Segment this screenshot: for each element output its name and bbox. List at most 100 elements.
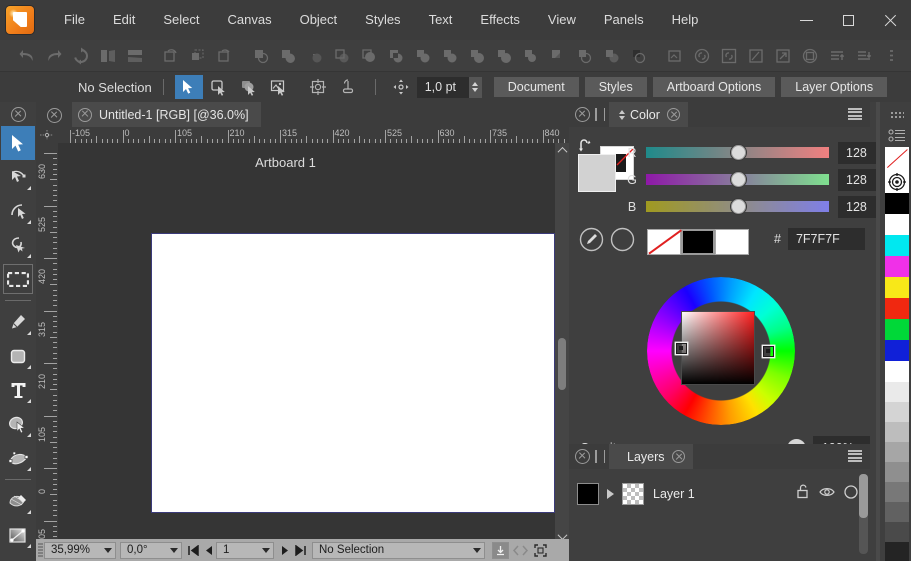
object-select-tool-button[interactable] [235, 75, 263, 99]
swatch-cell[interactable] [885, 462, 909, 482]
panel-grip-icon[interactable] [595, 450, 605, 463]
swap-arrow-icon[interactable] [578, 138, 594, 152]
selection-select[interactable]: No Selection [312, 541, 485, 559]
tool-marquee-select[interactable] [1, 262, 35, 296]
tab-layers[interactable]: Layers [609, 444, 693, 469]
link-icon[interactable] [689, 43, 715, 69]
none-swatch[interactable] [647, 229, 681, 255]
channel-slider-r[interactable] [646, 144, 829, 161]
slider-knob[interactable] [730, 171, 747, 188]
tool-node[interactable] [1, 160, 35, 194]
stroke-width-stepper[interactable] [468, 76, 482, 98]
layer-options-button[interactable]: Layer Options [781, 77, 888, 97]
next-page-icon[interactable] [278, 542, 293, 559]
white-swatch[interactable] [715, 229, 749, 255]
vertical-ruler[interactable]: 630 525 420 315 210 105 0 -105 [36, 143, 58, 543]
sv-marker[interactable] [676, 343, 687, 354]
undo-icon[interactable] [14, 43, 40, 69]
tool-fill-brush[interactable] [1, 484, 35, 518]
saturation-value-square[interactable] [676, 311, 755, 385]
swatch-cell[interactable] [885, 422, 909, 442]
tool-move[interactable] [1, 126, 35, 160]
menu-styles[interactable]: Styles [351, 7, 414, 33]
tab-color[interactable]: Color [609, 102, 688, 127]
crop-image-icon[interactable] [662, 43, 688, 69]
swatch-cell[interactable] [885, 402, 909, 422]
zoom-level-select[interactable]: 35,99% [44, 541, 116, 559]
panel-grip-icon[interactable] [595, 108, 605, 121]
swatch-cell[interactable] [885, 319, 909, 340]
close-tool-panel-button[interactable] [0, 102, 36, 126]
move-object-icon[interactable] [185, 43, 211, 69]
close-layers-dock-button[interactable] [569, 449, 595, 464]
shape-combine-1-icon[interactable] [437, 43, 463, 69]
close-button[interactable] [869, 0, 911, 40]
menu-text[interactable]: Text [415, 7, 467, 33]
swatch-cell[interactable] [885, 522, 909, 542]
color-wheel[interactable] [647, 277, 795, 425]
swatch-cell[interactable] [885, 382, 909, 402]
visible-eye-icon[interactable] [819, 485, 835, 503]
swatch-cell[interactable] [885, 298, 909, 319]
ruler-origin-button[interactable] [36, 127, 58, 143]
scroll-up-button[interactable] [555, 143, 569, 157]
panel-resize-icon[interactable] [617, 108, 626, 121]
canvas-vertical-scrollbar[interactable] [555, 143, 569, 543]
download-icon[interactable] [492, 541, 509, 559]
none-swatch[interactable] [885, 147, 909, 171]
shape-combine-5-icon[interactable] [545, 43, 571, 69]
close-layers-tab-icon[interactable] [671, 450, 685, 463]
prev-next-icon[interactable] [512, 542, 529, 559]
group-icon[interactable] [797, 43, 823, 69]
swatch-cell[interactable] [885, 502, 909, 522]
tool-mesh-warp[interactable] [1, 441, 35, 475]
redo-icon[interactable] [41, 43, 67, 69]
boolean-merge-icon[interactable] [410, 43, 436, 69]
select-circle-icon[interactable] [844, 484, 858, 504]
fit-view-icon[interactable] [532, 542, 549, 559]
refresh-icon[interactable] [68, 43, 94, 69]
black-swatch[interactable] [681, 229, 715, 255]
document-button[interactable]: Document [493, 77, 579, 97]
slider-knob[interactable] [730, 144, 747, 161]
edit-external-icon[interactable] [743, 43, 769, 69]
swatch-cell[interactable] [885, 442, 909, 462]
swatch-cell[interactable] [885, 235, 909, 256]
tool-curve-edit[interactable] [1, 194, 35, 228]
tool-rectangle[interactable] [1, 339, 35, 373]
swatch-cell[interactable] [885, 256, 909, 277]
tool-perspective[interactable] [1, 552, 35, 561]
horizontal-ruler[interactable]: -105 0 105 210 315 420 525 630 735 840 [58, 127, 569, 143]
tool-shape-select[interactable] [1, 407, 35, 441]
anchor-point-icon[interactable] [304, 75, 332, 99]
move-arrows-icon[interactable] [387, 75, 415, 99]
styles-button[interactable]: Styles [584, 77, 647, 97]
boolean-divide-icon[interactable] [356, 43, 382, 69]
layers-panel-menu-icon[interactable] [848, 450, 862, 462]
close-color-tab-icon[interactable] [666, 108, 680, 121]
channel-slider-g[interactable] [646, 171, 829, 188]
tool-pen[interactable] [1, 305, 35, 339]
hex-input[interactable]: 7F7F7F [787, 228, 865, 250]
last-page-icon[interactable] [293, 542, 308, 559]
minimize-button[interactable] [785, 0, 827, 40]
rect-select-tool-button[interactable] [205, 75, 233, 99]
shape-combine-7-icon[interactable] [599, 43, 625, 69]
page-select[interactable]: 1 [216, 541, 274, 559]
dot-grid-icon[interactable] [885, 105, 909, 125]
flip-horizontal-icon[interactable] [95, 43, 121, 69]
hue-marker[interactable] [763, 346, 774, 357]
boolean-intersect-icon[interactable] [302, 43, 328, 69]
layers-scrollbar[interactable] [859, 474, 868, 554]
prev-page-icon[interactable] [201, 542, 216, 559]
canvas-viewport[interactable]: Artboard 1 [58, 143, 569, 543]
close-tab-icon[interactable] [78, 107, 92, 122]
target-icon[interactable] [885, 171, 909, 193]
rotation-select[interactable]: 0,0° [120, 541, 182, 559]
swatch-cell[interactable] [885, 340, 909, 361]
scrollbar-thumb[interactable] [859, 474, 868, 518]
align-top-icon[interactable] [824, 43, 850, 69]
boolean-add-icon[interactable] [248, 43, 274, 69]
scrollbar-thumb[interactable] [558, 338, 566, 390]
color-panel-menu-icon[interactable] [848, 108, 862, 120]
